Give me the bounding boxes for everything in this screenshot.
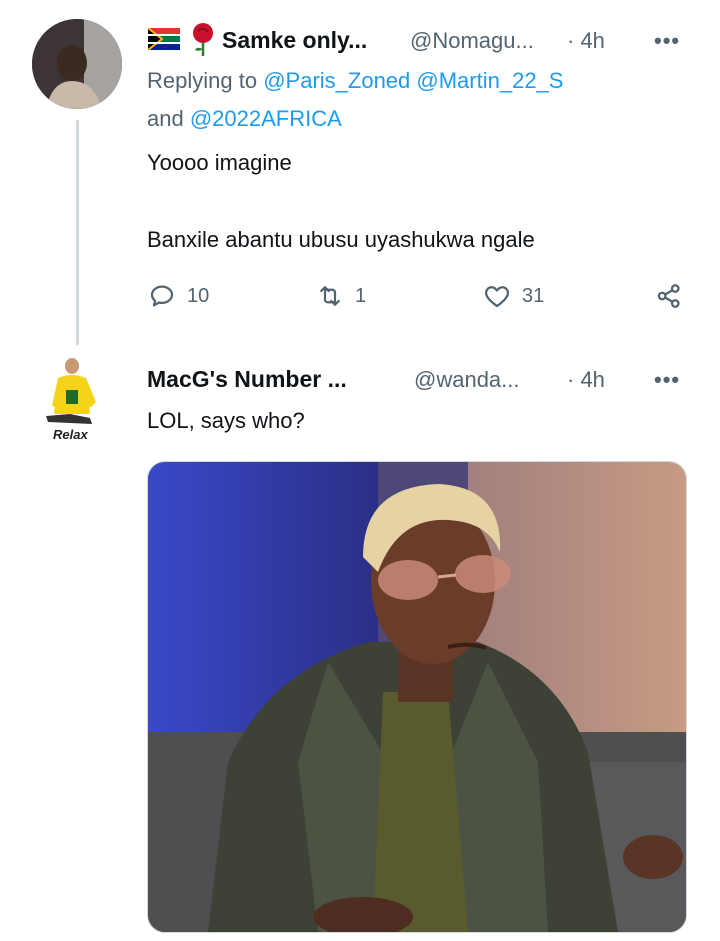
avatar-caption: Relax bbox=[53, 427, 88, 442]
tweet-media-image[interactable] bbox=[147, 461, 687, 933]
mention-link[interactable]: @2022AFRICA bbox=[190, 106, 342, 131]
retweet-count: 1 bbox=[355, 284, 367, 307]
rose-icon bbox=[190, 22, 216, 61]
retweet-icon bbox=[320, 286, 340, 306]
tweet1-author-name[interactable]: Samke only... bbox=[222, 27, 367, 54]
user-avatar[interactable] bbox=[32, 19, 122, 109]
tweet1-more-options-icon[interactable]: ••• bbox=[654, 28, 680, 54]
reply-icon bbox=[150, 285, 174, 307]
retweet-button[interactable]: 1 bbox=[315, 281, 366, 311]
thread-connector-line bbox=[76, 120, 79, 345]
tweet2-more-options-icon[interactable]: ••• bbox=[654, 367, 680, 393]
mention-link[interactable]: @Paris_Zoned @Martin_22_S bbox=[263, 68, 563, 93]
like-icon bbox=[484, 286, 510, 308]
like-button[interactable]: 31 bbox=[482, 281, 544, 311]
like-count: 31 bbox=[522, 284, 545, 307]
tweet1-timestamp[interactable]: · 4h bbox=[567, 28, 605, 54]
share-button[interactable] bbox=[654, 281, 684, 311]
tweet2-text: LOL, says who? bbox=[147, 408, 305, 433]
replying-to: Replying to @Paris_Zoned @Martin_22_S an… bbox=[147, 62, 687, 138]
tweet2-author-name[interactable]: MacG's Number ... bbox=[147, 366, 347, 393]
share-icon bbox=[657, 284, 680, 308]
tweet1-text-line: Yoooo imagine bbox=[147, 150, 292, 175]
replying-connector: and bbox=[147, 106, 184, 131]
tweet2-author-handle[interactable]: @wanda... bbox=[414, 367, 520, 393]
media-photo bbox=[148, 462, 686, 932]
south-africa-flag-icon bbox=[147, 27, 180, 55]
replying-to-label: Replying to bbox=[147, 68, 258, 93]
tweet1-author-handle[interactable]: @Nomagu... bbox=[410, 28, 534, 54]
avatar-image bbox=[32, 19, 122, 109]
tweet2-timestamp[interactable]: · 4h bbox=[567, 367, 605, 393]
reply-count: 10 bbox=[187, 284, 210, 307]
reply-button[interactable]: 10 bbox=[147, 281, 209, 311]
tweet1-text-line: Banxile abantu ubusu uyashukwa ngale bbox=[147, 227, 535, 252]
